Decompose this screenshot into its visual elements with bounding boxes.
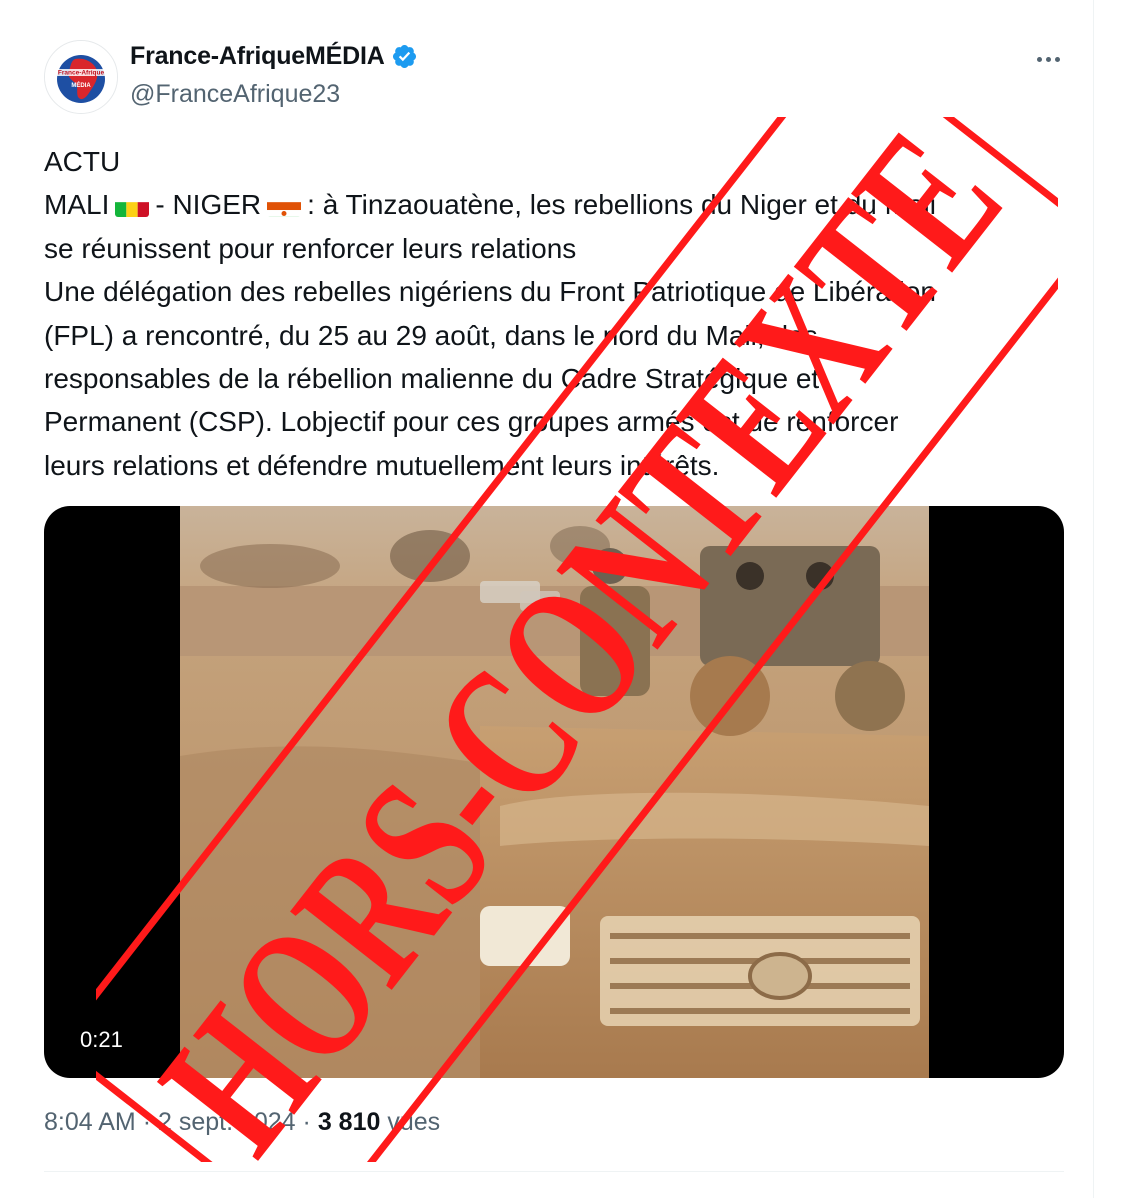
- meta-separator: ·: [142, 1108, 152, 1136]
- tweet-time[interactable]: 8:04 AM: [44, 1108, 136, 1136]
- svg-text:MÉDIA: MÉDIA: [71, 81, 91, 89]
- more-dot: [1036, 56, 1042, 62]
- divider: [44, 1171, 1064, 1172]
- tweet-page: France-Afrique MÉDIA France-AfriqueMÉDIA…: [0, 0, 1134, 1198]
- tweet-line-part: : à Tinzaouatène, les rebellions du Nige…: [307, 189, 936, 221]
- tweet-line: se réunissent pour renforcer leurs relat…: [44, 232, 577, 264]
- avatar-logo-icon: France-Afrique MÉDIA: [45, 41, 117, 113]
- tweet-text: ACTU MALI - NIGER : à Tinzaouatène, les re…: [44, 140, 1054, 487]
- video-player[interactable]: 0:21: [44, 506, 1064, 1078]
- svg-text:France-Afrique: France-Afrique: [58, 70, 105, 77]
- verified-badge-icon: [392, 44, 416, 69]
- tweet-line-part: - NIGER: [155, 189, 262, 221]
- more-options-icon[interactable]: [1030, 48, 1066, 70]
- avatar[interactable]: France-Afrique MÉDIA: [44, 40, 118, 114]
- author-name-row[interactable]: France-AfriqueMÉDIA: [130, 42, 418, 71]
- tweet-line: Permanent (CSP). Lobjectif pour ces grou…: [44, 406, 899, 438]
- more-dot: [1045, 56, 1051, 62]
- tweet-line: ACTU: [44, 146, 121, 177]
- tweet-line-part: MALI: [44, 189, 110, 221]
- views-count[interactable]: 3 810: [318, 1108, 381, 1136]
- tweet-line: Une délégation des rebelles nigériens du…: [44, 276, 936, 308]
- author-display-name[interactable]: France-AfriqueMÉDIA: [130, 42, 385, 71]
- views-label: vues: [387, 1108, 441, 1136]
- tweet-date[interactable]: 2 sept. 2024: [158, 1108, 296, 1136]
- meta-separator: ·: [302, 1108, 311, 1136]
- niger-flag-icon: [267, 194, 302, 218]
- tweet-card: France-Afrique MÉDIA France-AfriqueMÉDIA…: [0, 0, 1094, 1198]
- tweet-line: responsables de la rébellion malienne du…: [44, 363, 820, 395]
- more-dot: [1054, 56, 1060, 62]
- tweet-line: (FPL) a rencontré, du 25 au 29 août, dan…: [44, 319, 818, 351]
- tweet-line: MALI - NIGER : à Tinzaouatène, les rebelli…: [44, 183, 1054, 226]
- author-handle[interactable]: @FranceAfrique23: [130, 80, 340, 109]
- video-thumbnail[interactable]: [180, 506, 929, 1078]
- tweet-meta: 8:04 AM · 2 sept. 2024 · 3 810 vues: [44, 1108, 440, 1137]
- video-duration: 0:21: [68, 1024, 135, 1056]
- tweet-line: leurs relations et défendre mutuellement…: [44, 449, 720, 481]
- mali-flag-icon: [115, 194, 150, 218]
